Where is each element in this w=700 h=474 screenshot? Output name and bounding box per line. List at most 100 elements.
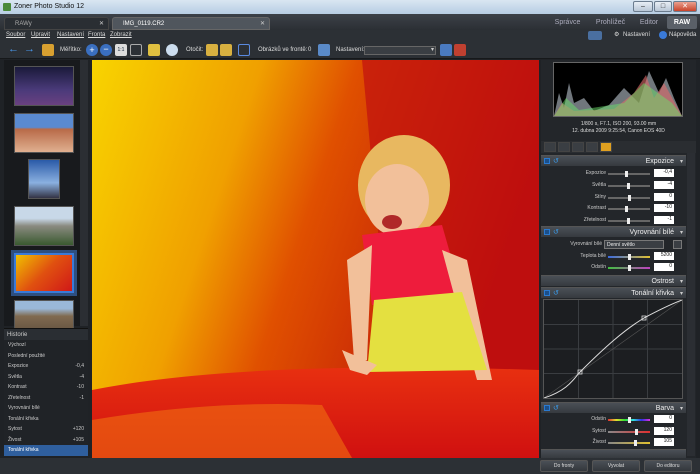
develop-button[interactable]: Vyvolat <box>592 460 640 472</box>
crop-icon[interactable] <box>238 44 250 56</box>
preset-select[interactable] <box>364 46 436 55</box>
filmstrip-scrollbar[interactable] <box>80 60 88 326</box>
slider-value[interactable]: 0 <box>654 193 674 201</box>
fit-icon[interactable] <box>130 44 142 56</box>
to-editor-button[interactable]: Do editoru <box>644 460 692 472</box>
history-item[interactable]: Tonální křivka <box>4 414 88 425</box>
wb-preset-select[interactable]: Denní světlo <box>604 240 664 249</box>
tab-basic-icon[interactable] <box>544 142 556 152</box>
reset-icon[interactable]: ↺ <box>553 228 559 236</box>
tab-effects-icon[interactable] <box>600 142 612 152</box>
slider-value[interactable]: -1 <box>654 216 674 224</box>
back-arrow-icon[interactable]: ← <box>8 44 20 56</box>
slider-knob[interactable] <box>628 195 631 201</box>
right-panel-scrollbar[interactable] <box>687 153 695 456</box>
history-item-selected[interactable]: Tonální křivka <box>4 445 88 456</box>
slider-knob[interactable] <box>625 171 628 177</box>
close-button[interactable]: ✕ <box>673 1 697 12</box>
tone-curve-graph[interactable] <box>543 299 683 399</box>
thumbnail[interactable] <box>14 206 74 246</box>
slider-clarity[interactable]: Zřetelnost -1 <box>541 216 686 225</box>
forward-arrow-icon[interactable]: → <box>24 44 36 56</box>
slider-value[interactable]: -10 <box>654 204 674 212</box>
thumbnail[interactable] <box>14 113 74 153</box>
checkbox[interactable] <box>544 158 550 164</box>
minimize-button[interactable]: – <box>633 1 653 12</box>
slider-value[interactable]: 0 <box>654 415 674 423</box>
tab-color-icon[interactable] <box>558 142 570 152</box>
close-icon[interactable]: ✕ <box>99 20 104 27</box>
thumbnail[interactable] <box>14 66 74 106</box>
history-item[interactable]: Poslední použité <box>4 351 88 362</box>
menu-view[interactable]: Zobrazit <box>110 32 132 38</box>
reset-icon[interactable]: ↺ <box>553 404 559 412</box>
slider-temperature[interactable]: Teplota bílé 5200 <box>541 252 686 261</box>
slider-exposure[interactable]: Expozice -0,4 <box>541 169 686 178</box>
add-to-queue-button[interactable]: Do fronty <box>540 460 588 472</box>
queue-icon[interactable] <box>318 44 330 56</box>
slider-value[interactable]: 105 <box>654 438 674 446</box>
tone-curve-editor[interactable] <box>543 299 683 399</box>
slider-shadows[interactable]: Stíny 0 <box>541 193 686 202</box>
close-icon[interactable]: ✕ <box>260 20 265 27</box>
slider-knob[interactable] <box>627 183 630 189</box>
menu-edit[interactable]: Upravit <box>31 32 50 38</box>
history-item[interactable]: Sytost +120 <box>4 424 88 435</box>
slider-knob[interactable] <box>628 254 631 260</box>
section-tone-curve[interactable]: ↺ Tonální křivka ▾ <box>541 287 686 298</box>
mode-tab-viewer[interactable]: Prohlížeč <box>589 16 632 29</box>
checkbox[interactable] <box>544 290 550 296</box>
checkbox[interactable] <box>544 405 550 411</box>
section-color[interactable]: ↺ Barva ▾ <box>541 402 686 413</box>
slider-knob[interactable] <box>625 206 628 212</box>
slider-hue[interactable]: Odstín 0 <box>541 415 686 424</box>
save-icon[interactable] <box>440 44 452 56</box>
section-exposure[interactable]: ↺ Expozice ▾ <box>541 155 686 166</box>
slider-value[interactable]: 0 <box>654 263 674 271</box>
tab-detail-icon[interactable] <box>572 142 584 152</box>
section-next[interactable] <box>541 449 686 458</box>
section-sharpness[interactable]: Ostrost ▾ <box>541 275 686 286</box>
history-item[interactable]: Živost +105 <box>4 435 88 446</box>
slider-tint[interactable]: Odstín 0 <box>541 263 686 272</box>
slider-track[interactable] <box>608 173 650 175</box>
thumbnail-selected[interactable] <box>11 250 77 296</box>
history-item[interactable]: Kontrast -10 <box>4 382 88 393</box>
checkbox[interactable] <box>544 229 550 235</box>
help-link[interactable]: Nápověda <box>669 32 696 38</box>
slider-knob[interactable] <box>628 417 631 423</box>
preview-icon[interactable] <box>148 44 160 56</box>
reset-icon[interactable]: ↺ <box>553 157 559 165</box>
tab-image[interactable]: IMG_0119.CR2 ✕ <box>112 17 270 30</box>
slider-value[interactable]: -0,4 <box>654 169 674 177</box>
slider-vibrance[interactable]: Živost 105 <box>541 438 686 447</box>
reset-icon[interactable]: ↺ <box>553 289 559 297</box>
tab-raws[interactable]: RAWy ✕ <box>4 17 109 30</box>
zoom-in-icon[interactable]: + <box>86 44 98 56</box>
menu-file[interactable]: Soubor <box>6 32 25 38</box>
rotate-left-icon[interactable] <box>206 44 218 56</box>
slider-value[interactable]: 5200 <box>654 252 674 260</box>
history-item[interactable]: Světla -4 <box>4 372 88 383</box>
slider-knob[interactable] <box>635 429 638 435</box>
mode-tab-manager[interactable]: Správce <box>546 16 589 29</box>
photo-preview[interactable] <box>92 60 539 458</box>
mode-tab-editor[interactable]: Editor <box>632 16 666 29</box>
tab-lens-icon[interactable] <box>586 142 598 152</box>
slider-value[interactable]: 120 <box>654 427 674 435</box>
eyedropper-icon[interactable] <box>673 240 682 249</box>
slider-knob[interactable] <box>627 218 630 224</box>
history-item[interactable]: Výchozí <box>4 340 88 351</box>
settings-link[interactable]: Nastavení <box>623 32 650 38</box>
folder-icon[interactable] <box>42 44 54 56</box>
mode-tab-raw[interactable]: RAW <box>667 16 697 29</box>
maximize-button[interactable]: □ <box>654 1 672 12</box>
menu-queue[interactable]: Fronta <box>88 32 105 38</box>
actual-size-icon[interactable]: 1:1 <box>115 44 127 56</box>
slider-value[interactable]: -4 <box>654 181 674 189</box>
zoom-out-icon[interactable]: − <box>100 44 112 56</box>
slider-knob[interactable] <box>634 440 637 446</box>
section-white-balance[interactable]: ↺ Vyrovnání bílé ▾ <box>541 226 686 237</box>
slider-contrast[interactable]: Kontrast -10 <box>541 204 686 213</box>
thumbnail[interactable] <box>28 159 60 199</box>
